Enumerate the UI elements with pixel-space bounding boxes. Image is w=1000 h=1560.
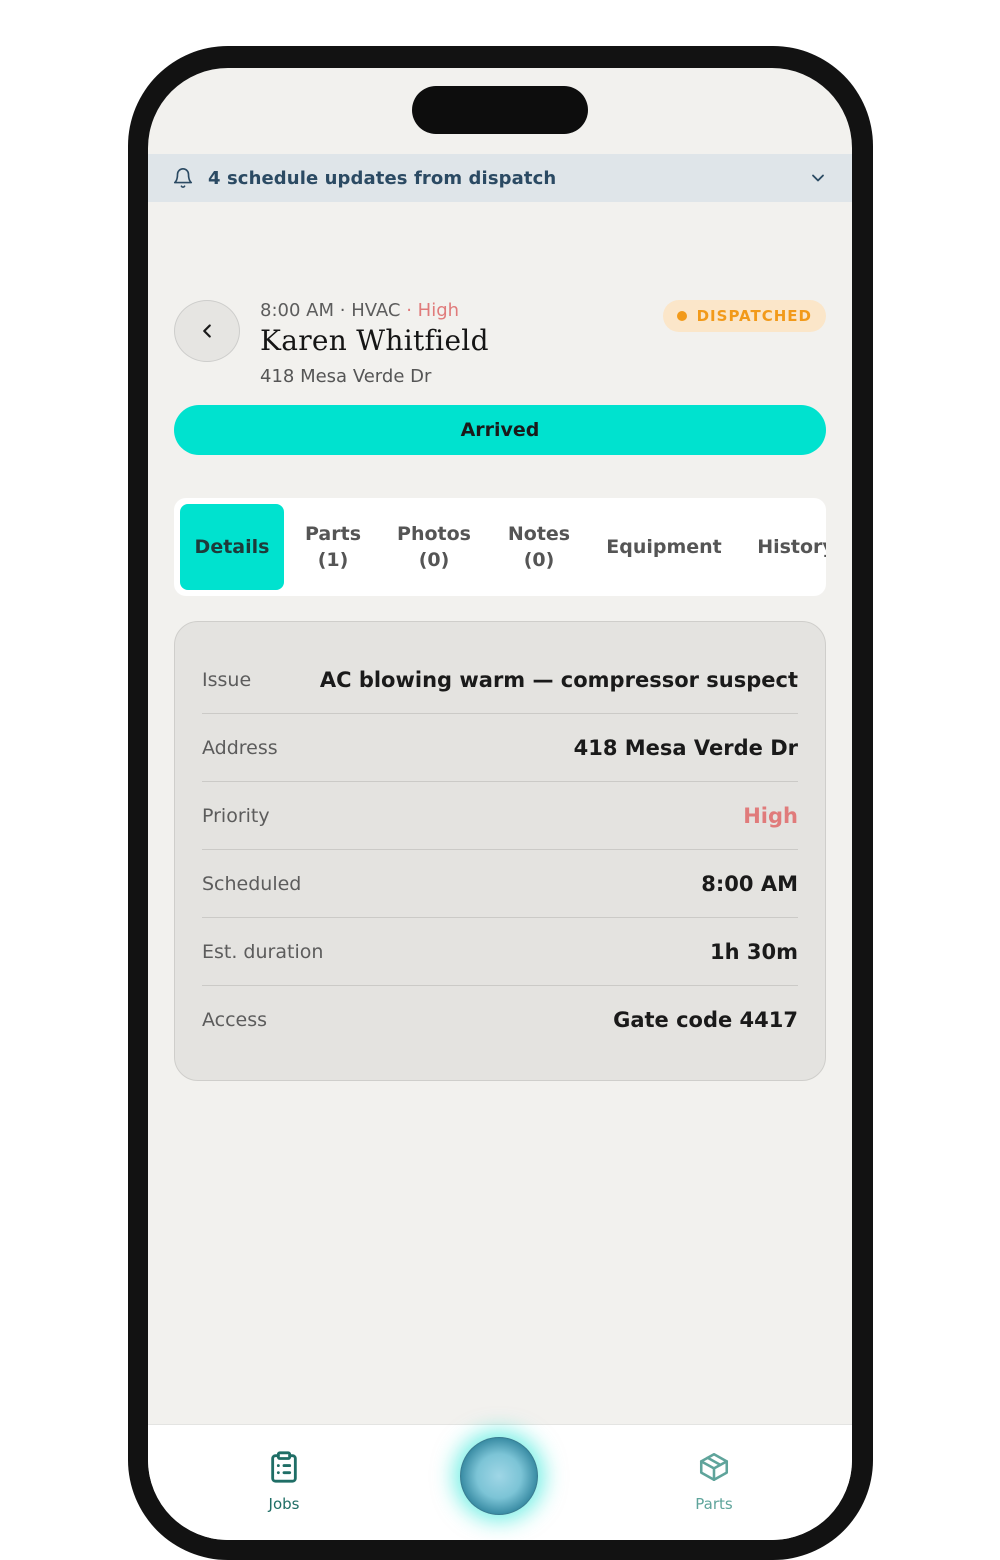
tab-photos[interactable]: Photos (0) — [382, 504, 486, 590]
tab-equipment[interactable]: Equipment — [596, 504, 732, 590]
dispatch-updates-banner[interactable]: 4 schedule updates from dispatch — [148, 154, 852, 202]
detail-value: 418 Mesa Verde Dr — [573, 735, 798, 760]
job-priority: High — [417, 300, 460, 321]
detail-row-issue: Issue AC blowing warm — compressor suspe… — [202, 646, 798, 714]
nav-parts-label: Parts — [695, 1495, 733, 1513]
nav-parts[interactable]: Parts — [664, 1449, 764, 1513]
nav-jobs[interactable]: Jobs — [234, 1449, 334, 1513]
detail-row-address: Address 418 Mesa Verde Dr — [202, 714, 798, 782]
detail-value: 8:00 AM — [701, 871, 798, 896]
detail-label: Issue — [202, 668, 252, 691]
job-header: 8:00 AM · HVAC · High Karen Whitfield 41… — [174, 300, 826, 390]
meta-separator: · — [406, 300, 412, 321]
banner-text: 4 schedule updates from dispatch — [208, 167, 557, 189]
dynamic-island — [412, 86, 588, 134]
tab-history[interactable]: History — [746, 504, 826, 590]
detail-row-access: Access Gate code 4417 — [202, 986, 798, 1054]
detail-value: Gate code 4417 — [613, 1008, 798, 1032]
detail-label: Address — [202, 736, 278, 759]
arrived-button[interactable]: Arrived — [174, 405, 826, 455]
detail-value: AC blowing warm — compressor suspect — [319, 667, 798, 692]
detail-row-scheduled: Scheduled 8:00 AM — [202, 850, 798, 918]
job-tabs: Details Parts (1) Photos (0) Notes (0) E… — [174, 498, 826, 596]
job-category: HVAC — [351, 300, 401, 321]
nav-jobs-label: Jobs — [268, 1495, 300, 1513]
clipboard-list-icon — [271, 1451, 297, 1483]
detail-label: Access — [202, 1009, 268, 1031]
bottom-nav: Jobs Parts — [148, 1424, 852, 1540]
status-dot — [676, 311, 687, 321]
detail-row-priority: Priority High — [202, 782, 798, 850]
detail-label: Est. duration — [202, 940, 324, 963]
bell-icon — [172, 167, 194, 189]
status-badge: DISPATCHED — [662, 300, 826, 332]
customer-address: 418 Mesa Verde Dr — [260, 366, 432, 387]
assistant-orb-button[interactable] — [460, 1437, 538, 1515]
details-card: Issue AC blowing warm — compressor suspe… — [174, 621, 826, 1081]
chevron-down-icon[interactable] — [808, 168, 828, 188]
status-label: DISPATCHED — [696, 307, 812, 325]
detail-value: 1h 30m — [710, 939, 798, 964]
customer-name: Karen Whitfield — [260, 324, 489, 357]
tab-notes[interactable]: Notes (0) — [492, 504, 586, 590]
box-icon — [699, 1452, 729, 1482]
detail-label: Priority — [202, 804, 270, 827]
job-time: 8:00 AM — [260, 300, 334, 321]
meta-separator: · — [339, 300, 346, 321]
detail-label: Scheduled — [202, 872, 302, 895]
back-button[interactable] — [174, 300, 240, 362]
app-screen: 4 schedule updates from dispatch 8:00 AM… — [148, 68, 852, 1540]
chevron-left-icon — [203, 324, 211, 338]
detail-value: High — [743, 803, 798, 828]
tab-details[interactable]: Details — [180, 504, 284, 590]
tab-parts[interactable]: Parts (1) — [286, 504, 380, 590]
detail-row-duration: Est. duration 1h 30m — [202, 918, 798, 986]
job-meta: 8:00 AM · HVAC · High — [260, 300, 459, 321]
